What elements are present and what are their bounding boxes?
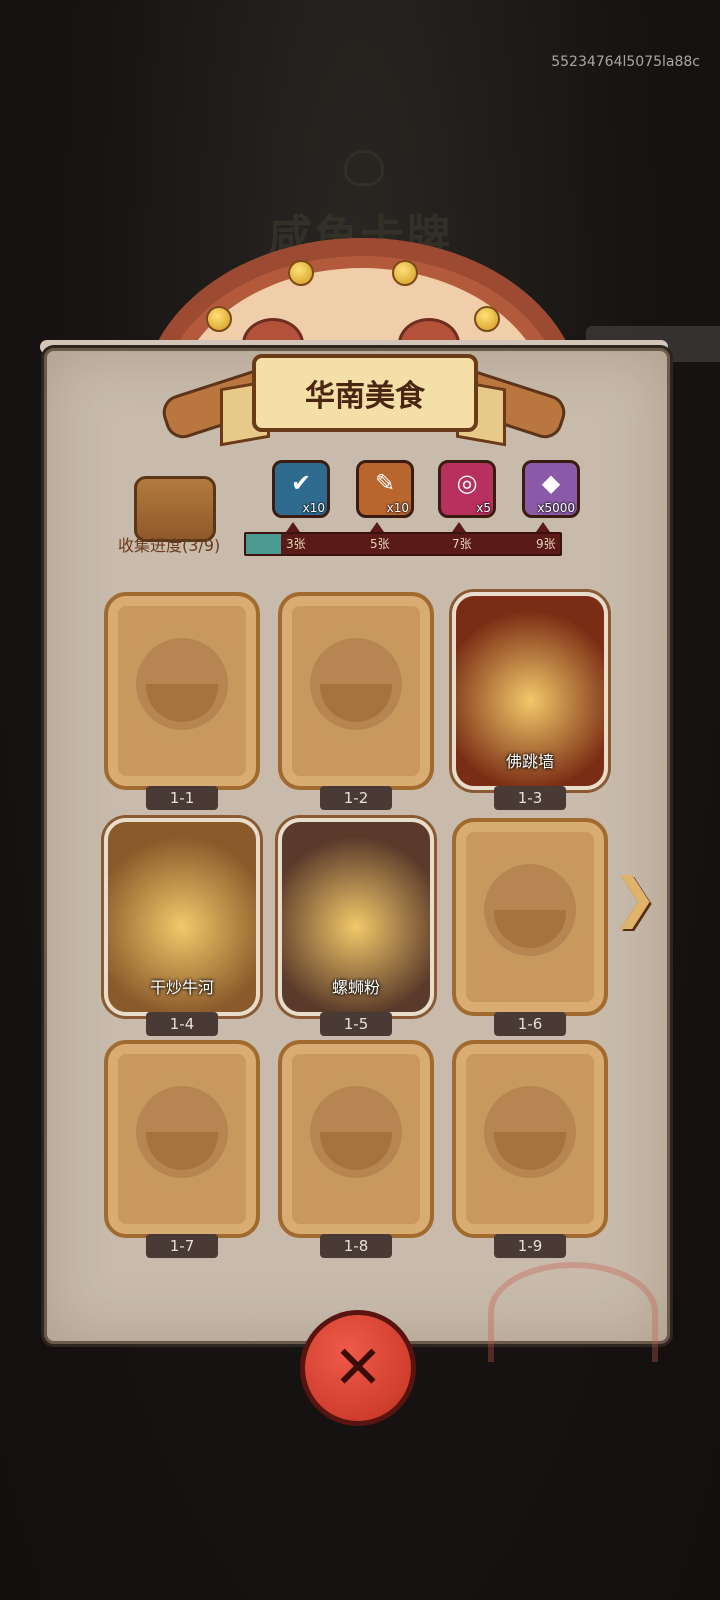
milestone-marker [370, 522, 384, 532]
drum-stud-icon [474, 306, 500, 332]
reward-item[interactable]: ✎ x10 [356, 460, 414, 518]
check-chest-icon: ✔ [290, 469, 312, 497]
milestone-label: 3张 [286, 537, 306, 551]
collection-card[interactable]: 干炒牛河 [104, 818, 260, 1016]
card-id-label: 1-7 [146, 1234, 218, 1258]
reward-item[interactable]: ◎ x5 [438, 460, 496, 518]
food-name: 干炒牛河 [149, 978, 214, 997]
milestone-marker [536, 522, 550, 532]
milestone-marker [452, 522, 466, 532]
card-id-label: 1-4 [146, 1012, 218, 1036]
collection-card[interactable] [452, 818, 608, 1016]
reward-count: x5000 [537, 501, 575, 515]
collection-progress-label: 收集进度(3/9) [118, 536, 221, 555]
collection-card[interactable] [278, 592, 434, 790]
card-id-label: 1-3 [494, 786, 566, 810]
drum-stud-icon [206, 306, 232, 332]
region-title: 华南美食 [305, 379, 425, 414]
region-title-banner: 华南美食 [252, 354, 478, 432]
card-id-label: 1-8 [320, 1234, 392, 1258]
next-page-arrow-icon[interactable]: ❯ [612, 866, 657, 930]
milestone-label: 7张 [452, 537, 472, 551]
collection-card[interactable] [104, 1040, 260, 1238]
card-id-label: 1-2 [320, 786, 392, 810]
crystal-icon: ◆ [541, 469, 561, 497]
card-id-label: 1-9 [494, 1234, 566, 1258]
user-id: 55234764l5075la88c [551, 54, 700, 70]
reward-count: x10 [386, 501, 409, 515]
background-emblem-icon [344, 150, 384, 186]
collection-card[interactable] [452, 1040, 608, 1238]
seal-stamp [488, 1262, 658, 1362]
milestone-label: 5张 [370, 537, 390, 551]
collection-card[interactable]: 佛跳墙 [452, 592, 608, 790]
reward-item[interactable]: ◆ x5000 [522, 460, 580, 518]
card-id-label: 1-1 [146, 786, 218, 810]
collection-progress-fill [246, 534, 281, 554]
close-button[interactable]: ✕ [300, 1310, 416, 1426]
milestone-marker [286, 522, 300, 532]
close-icon: ✕ [332, 1333, 384, 1403]
milestone-label: 9张 [536, 537, 556, 551]
reward-count: x10 [302, 501, 325, 515]
collection-card[interactable] [278, 1040, 434, 1238]
card-id-label: 1-5 [320, 1012, 392, 1036]
food-name: 佛跳墙 [505, 752, 554, 771]
drum-stud-icon [288, 260, 314, 286]
drum-stud-icon [392, 260, 418, 286]
scroll-ticket-icon: ✎ [374, 469, 396, 497]
reward-item[interactable]: ✔ x10 [272, 460, 330, 518]
collection-card[interactable]: 螺蛳粉 [278, 818, 434, 1016]
reward-count: x5 [476, 501, 491, 515]
collection-progress-bar: 3张 5张 7张 9张 [244, 532, 562, 556]
food-name: 螺蛳粉 [331, 978, 380, 997]
swirl-orb-icon: ◎ [456, 469, 478, 497]
card-id-label: 1-6 [494, 1012, 566, 1036]
collection-card[interactable] [104, 592, 260, 790]
